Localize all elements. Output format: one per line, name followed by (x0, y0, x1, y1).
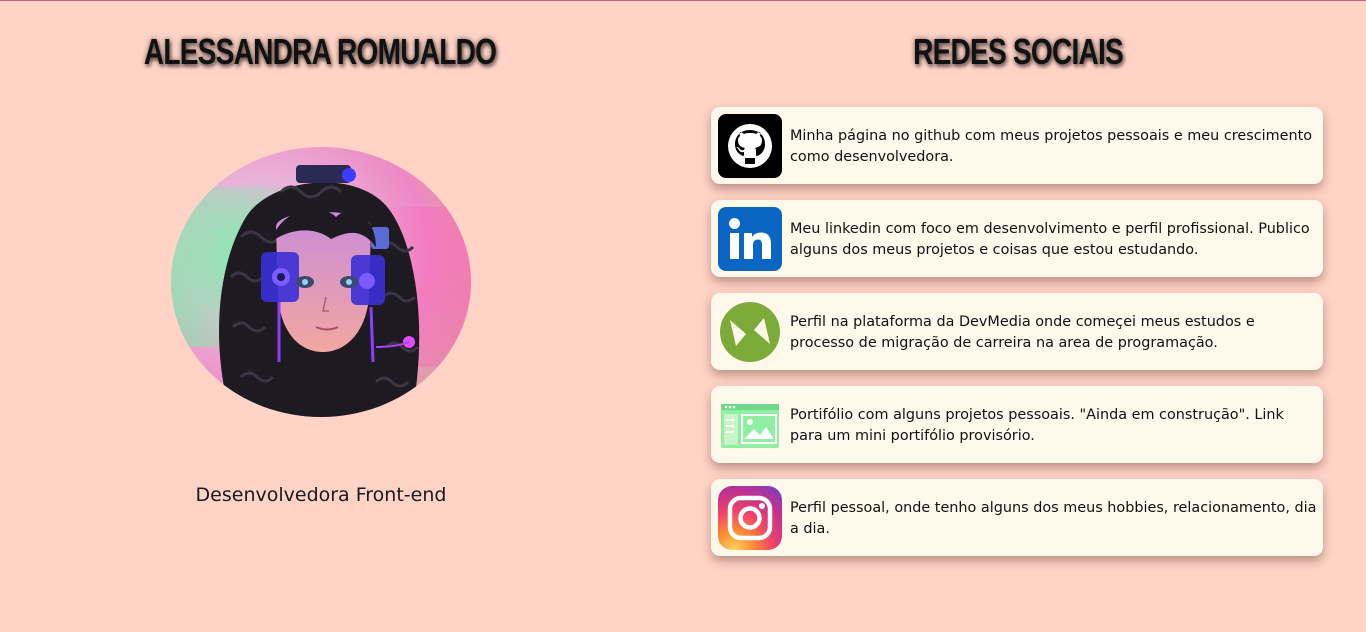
avatar (171, 147, 471, 417)
social-title: REDES SOCIAIS (913, 31, 1124, 72)
linkedin-icon (718, 207, 782, 271)
devmedia-icon (718, 300, 782, 364)
profile-name: ALESSANDRA ROMUALDO (143, 31, 497, 72)
social-card-instagram[interactable]: Perfil pessoal, onde tenho alguns dos me… (711, 479, 1323, 556)
social-card-text: Minha página no github com meus projetos… (790, 128, 1313, 165)
role-subtitle: Desenvolvedora Front-end (195, 484, 447, 506)
social-card-text: Perfil pessoal, onde tenho alguns dos me… (790, 500, 1317, 537)
instagram-icon (718, 486, 782, 550)
social-card-portfolio[interactable]: Portifólio com alguns projetos pessoais.… (711, 386, 1323, 463)
social-card-github[interactable]: Minha página no github com meus projetos… (711, 107, 1323, 184)
social-card-text: Meu linkedin com foco em desenvolvimento… (790, 221, 1310, 258)
social-card-text: Perfil na plataforma da DevMedia onde co… (790, 314, 1255, 351)
portfolio-icon (718, 393, 782, 457)
social-card-text: Portifólio com alguns projetos pessoais.… (790, 407, 1284, 444)
social-card-linkedin[interactable]: Meu linkedin com foco em desenvolvimento… (711, 200, 1323, 277)
github-icon (718, 114, 782, 178)
profile-section: ALESSANDRA ROMUALDO Desenvolvedora Front… (0, 1, 640, 632)
social-section: REDES SOCIAIS Minha página no github com… (700, 1, 1340, 632)
social-card-devmedia[interactable]: Perfil na plataforma da DevMedia onde co… (711, 293, 1323, 370)
